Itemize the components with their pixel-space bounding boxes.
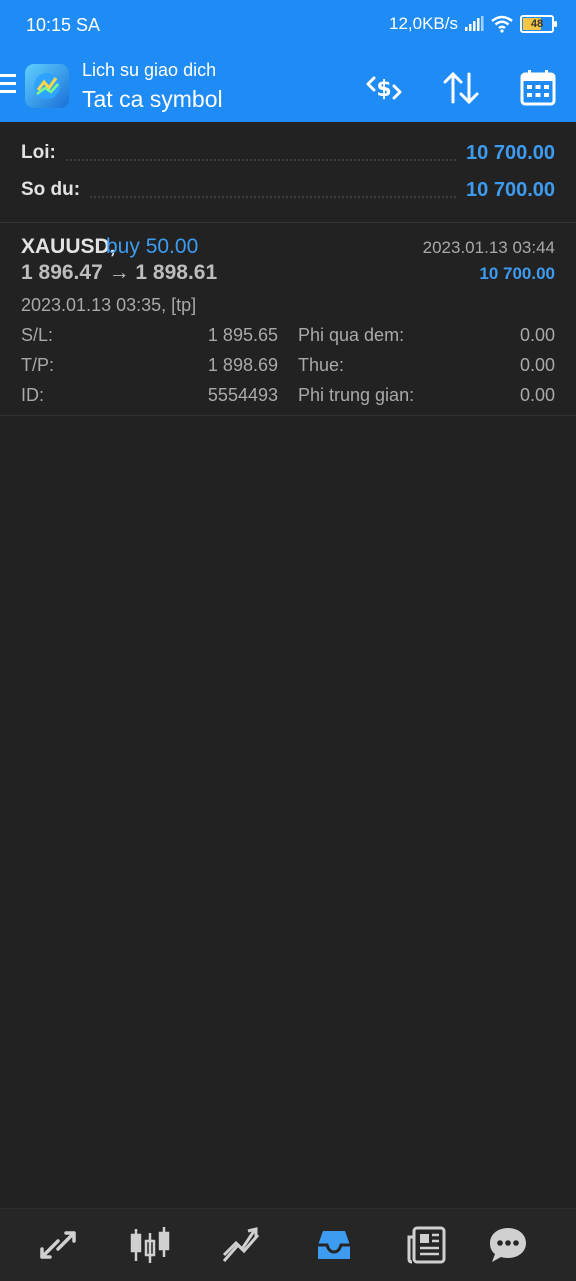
svg-text:$: $ <box>376 77 391 102</box>
sl-label: S/L: <box>21 325 54 345</box>
profit-value: 10 700.00 <box>466 141 555 164</box>
tax-value: 0.00 <box>519 355 555 375</box>
status-time: 10:15 SA <box>26 15 101 35</box>
dotted-leader <box>65 145 457 161</box>
sl-value: 1 895.65 <box>207 325 278 345</box>
news-icon[interactable] <box>405 1223 449 1267</box>
wifi-icon <box>491 15 513 33</box>
app-logo <box>25 64 69 108</box>
battery-level: 48 <box>530 18 544 30</box>
id-value: 5554493 <box>207 385 278 405</box>
id-label: ID: <box>21 385 45 405</box>
trade-prices: 1 896.47 → 1 898.61 <box>21 261 218 284</box>
chart-icon[interactable] <box>128 1223 172 1267</box>
profit-label: Loi: <box>21 142 56 163</box>
calendar-icon[interactable] <box>516 66 560 110</box>
trade-open-info: 2023.01.13 03:35, [tp] <box>21 295 197 315</box>
tax-label: Thue: <box>298 355 345 375</box>
page-title[interactable]: Tat ca symbol <box>82 86 223 113</box>
summary-panel: Loi: 10 700.00 So du: 10 700.00 <box>0 122 576 223</box>
sort-icon[interactable] <box>439 66 483 110</box>
tp-label: T/P: <box>21 355 55 375</box>
history-icon[interactable] <box>312 1223 356 1267</box>
trade-close-time: 2023.01.13 03:44 <box>422 238 555 257</box>
currency-exchange-icon[interactable]: $ <box>362 66 406 110</box>
status-bar: 10:15 SA 12,0KB/s 48 <box>0 0 576 52</box>
balance-label: So du: <box>21 179 81 200</box>
balance-row: So du: 10 700.00 <box>21 175 555 205</box>
balance-value: 10 700.00 <box>466 178 555 201</box>
app-bar: Lich su giao dich Tat ca symbol $ <box>0 52 576 122</box>
trade-symbol: XAUUSD, <box>21 235 116 258</box>
bottom-nav <box>0 1208 576 1281</box>
profit-row: Loi: 10 700.00 <box>21 138 555 168</box>
chat-icon[interactable] <box>486 1223 530 1267</box>
trade-profit: 10 700.00 <box>479 264 555 283</box>
network-speed: 12,0KB/s <box>389 14 458 33</box>
menu-icon[interactable] <box>0 74 16 94</box>
trade-history-item[interactable]: XAUUSD, buy 50.00 2023.01.13 03:44 1 896… <box>0 223 576 416</box>
swap-label: Phi qua dem: <box>298 325 405 345</box>
battery-icon: 48 <box>520 15 557 33</box>
trade-icon[interactable] <box>220 1223 264 1267</box>
dotted-leader <box>90 182 457 198</box>
page-subtitle: Lich su giao dich <box>82 60 217 80</box>
quotes-icon[interactable] <box>36 1223 80 1267</box>
status-indicators: 12,0KB/s 48 <box>389 14 557 34</box>
swap-value: 0.00 <box>519 325 555 345</box>
trade-side-volume: buy 50.00 <box>106 235 199 258</box>
commission-label: Phi trung gian: <box>298 385 415 405</box>
tp-value: 1 898.69 <box>207 355 278 375</box>
commission-value: 0.00 <box>519 385 555 405</box>
signal-icon <box>465 16 484 31</box>
